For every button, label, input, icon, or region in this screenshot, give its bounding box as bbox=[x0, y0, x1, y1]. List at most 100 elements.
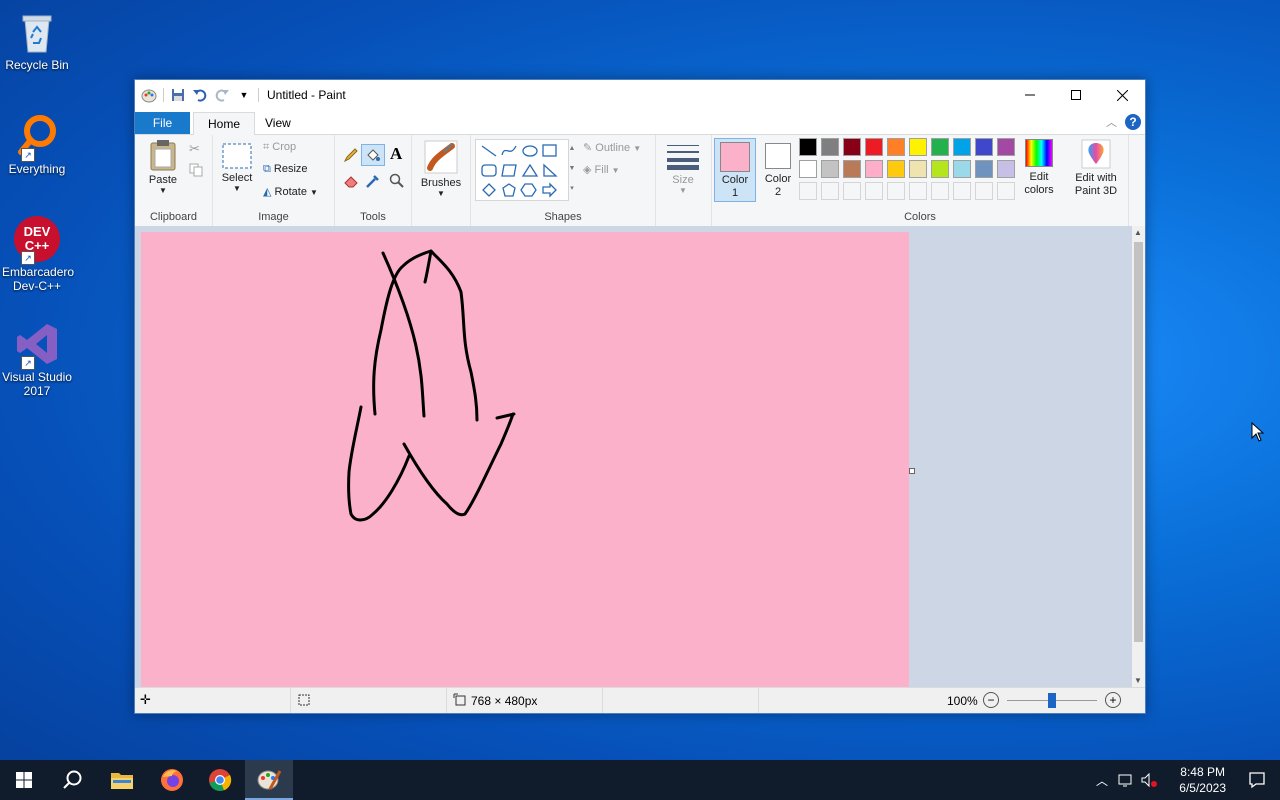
eraser-icon[interactable] bbox=[343, 173, 359, 192]
palette-swatch[interactable] bbox=[887, 160, 905, 178]
status-bar: ✛ 768 × 480px 100% − + bbox=[135, 687, 1145, 713]
palette-swatch[interactable] bbox=[975, 160, 993, 178]
network-icon[interactable] bbox=[1118, 772, 1136, 791]
paste-button[interactable]: Paste ▼ bbox=[143, 139, 183, 195]
desktop-icon-recycle-bin[interactable]: Recycle Bin bbox=[2, 8, 72, 72]
resize-button[interactable]: ⧉ Resize bbox=[263, 163, 308, 176]
palette-swatch-empty[interactable] bbox=[843, 182, 861, 200]
palette-swatch[interactable] bbox=[843, 160, 861, 178]
palette-swatch-empty[interactable] bbox=[975, 182, 993, 200]
canvas-resize-handle[interactable] bbox=[909, 468, 915, 474]
brushes-button[interactable]: Brushes ▼ bbox=[418, 140, 464, 198]
select-dropdown-icon[interactable]: ▼ bbox=[219, 184, 255, 193]
pencil-icon[interactable] bbox=[343, 147, 359, 166]
palette-swatch[interactable] bbox=[909, 160, 927, 178]
palette-swatch[interactable] bbox=[843, 138, 861, 156]
palette-swatch[interactable] bbox=[865, 160, 883, 178]
customize-qat-chevron-icon[interactable]: ▼ bbox=[236, 87, 252, 103]
scroll-up-icon[interactable]: ▲ bbox=[1134, 228, 1142, 237]
fill-bucket-icon[interactable] bbox=[361, 144, 385, 166]
text-tool-icon[interactable]: A bbox=[390, 144, 402, 164]
volume-muted-icon[interactable] bbox=[1140, 772, 1158, 791]
palette-swatch[interactable] bbox=[975, 138, 993, 156]
maximize-button[interactable] bbox=[1053, 80, 1099, 110]
crop-button[interactable]: ⌗ Crop bbox=[263, 141, 296, 154]
palette-swatch-empty[interactable] bbox=[887, 182, 905, 200]
undo-icon[interactable] bbox=[192, 87, 208, 103]
taskbar-firefox[interactable] bbox=[148, 760, 196, 800]
palette-swatch-empty[interactable] bbox=[799, 182, 817, 200]
paste-label: Paste bbox=[148, 174, 178, 186]
palette-swatch[interactable] bbox=[997, 138, 1015, 156]
taskbar-chrome[interactable] bbox=[196, 760, 244, 800]
zoom-out-icon[interactable]: − bbox=[983, 692, 999, 708]
tab-home[interactable]: Home bbox=[193, 112, 256, 135]
desktop-icon-devcpp[interactable]: DEV C++ ↗ Embarcadero Dev-C++ bbox=[2, 215, 74, 293]
edit-colors-label: Edit colors bbox=[1024, 171, 1054, 196]
palette-swatch[interactable] bbox=[887, 138, 905, 156]
palette-swatch[interactable] bbox=[931, 138, 949, 156]
collapse-ribbon-icon[interactable]: ︿ bbox=[1106, 114, 1117, 130]
zoom-in-icon[interactable]: + bbox=[1105, 692, 1121, 708]
rotate-button[interactable]: ◭ Rotate ▼ bbox=[263, 185, 318, 198]
palette-swatch[interactable] bbox=[821, 138, 839, 156]
desktop-icon-visual-studio[interactable]: ↗ Visual Studio 2017 bbox=[2, 320, 72, 398]
tab-view[interactable]: View bbox=[251, 112, 305, 134]
paint-app-icon[interactable] bbox=[141, 87, 157, 103]
brushes-dropdown-icon[interactable]: ▼ bbox=[418, 189, 464, 198]
copy-icon[interactable] bbox=[189, 163, 203, 180]
taskbar-clock[interactable]: 8:48 PM 6/5/2023 bbox=[1179, 764, 1226, 796]
save-icon[interactable] bbox=[170, 87, 186, 103]
palette-swatch-empty[interactable] bbox=[821, 182, 839, 200]
palette-swatch[interactable] bbox=[799, 138, 817, 156]
color-picker-icon[interactable] bbox=[365, 173, 381, 192]
group-label-tools: Tools bbox=[360, 211, 386, 223]
select-button[interactable]: Select ▼ bbox=[219, 143, 255, 193]
palette-swatch[interactable] bbox=[953, 160, 971, 178]
edit-with-paint3d-button[interactable]: Edit with Paint 3D bbox=[1067, 139, 1125, 198]
outline-button[interactable]: ✎ Outline ▼ bbox=[583, 141, 641, 154]
fill-button[interactable]: ◈ Fill ▼ bbox=[583, 163, 620, 176]
palette-swatch-empty[interactable] bbox=[865, 182, 883, 200]
palette-swatch[interactable] bbox=[909, 138, 927, 156]
palette-swatch-empty[interactable] bbox=[931, 182, 949, 200]
size-button[interactable]: Size ▼ bbox=[664, 143, 702, 195]
redo-icon[interactable] bbox=[214, 87, 230, 103]
scrollbar-thumb[interactable] bbox=[1134, 242, 1143, 642]
search-icon bbox=[63, 770, 82, 789]
help-icon[interactable]: ? bbox=[1125, 114, 1141, 130]
palette-swatch-empty[interactable] bbox=[909, 182, 927, 200]
shapes-scroll[interactable]: ▲ ▼ ▾ bbox=[567, 139, 577, 199]
palette-swatch-empty[interactable] bbox=[997, 182, 1015, 200]
palette-swatch[interactable] bbox=[865, 138, 883, 156]
palette-swatch[interactable] bbox=[931, 160, 949, 178]
taskbar-paint[interactable] bbox=[245, 760, 293, 800]
search-button[interactable] bbox=[48, 760, 96, 800]
color-palette bbox=[799, 135, 1019, 205]
start-button[interactable] bbox=[0, 760, 48, 800]
color1-button[interactable]: Color 1 bbox=[714, 138, 756, 202]
palette-swatch-empty[interactable] bbox=[953, 182, 971, 200]
palette-swatch[interactable] bbox=[997, 160, 1015, 178]
palette-swatch[interactable] bbox=[821, 160, 839, 178]
tray-overflow-chevron-icon[interactable]: ︿ bbox=[1096, 772, 1108, 789]
desktop-icon-everything[interactable]: ↗ Everything bbox=[2, 112, 72, 176]
close-button[interactable] bbox=[1099, 80, 1145, 110]
taskbar-file-explorer[interactable] bbox=[98, 760, 146, 800]
scroll-down-icon[interactable]: ▼ bbox=[1134, 676, 1142, 685]
zoom-slider[interactable] bbox=[1007, 693, 1097, 708]
minimize-button[interactable] bbox=[1007, 80, 1053, 110]
paste-dropdown-icon[interactable]: ▼ bbox=[143, 186, 183, 195]
notification-center-icon[interactable] bbox=[1248, 771, 1266, 792]
edit-colors-button[interactable]: Edit colors bbox=[1020, 139, 1058, 197]
zoom-slider-thumb[interactable] bbox=[1048, 693, 1056, 708]
palette-swatch[interactable] bbox=[799, 160, 817, 178]
cut-icon[interactable]: ✂ bbox=[189, 141, 200, 157]
palette-swatch[interactable] bbox=[953, 138, 971, 156]
tab-file[interactable]: File bbox=[135, 112, 190, 134]
vertical-scrollbar[interactable]: ▲ ▼ bbox=[1132, 226, 1145, 687]
magnifier-icon[interactable] bbox=[389, 173, 405, 192]
drawing-canvas[interactable] bbox=[141, 232, 909, 687]
color2-button[interactable]: Color 2 bbox=[758, 138, 798, 200]
shapes-gallery-icons[interactable] bbox=[476, 140, 568, 200]
